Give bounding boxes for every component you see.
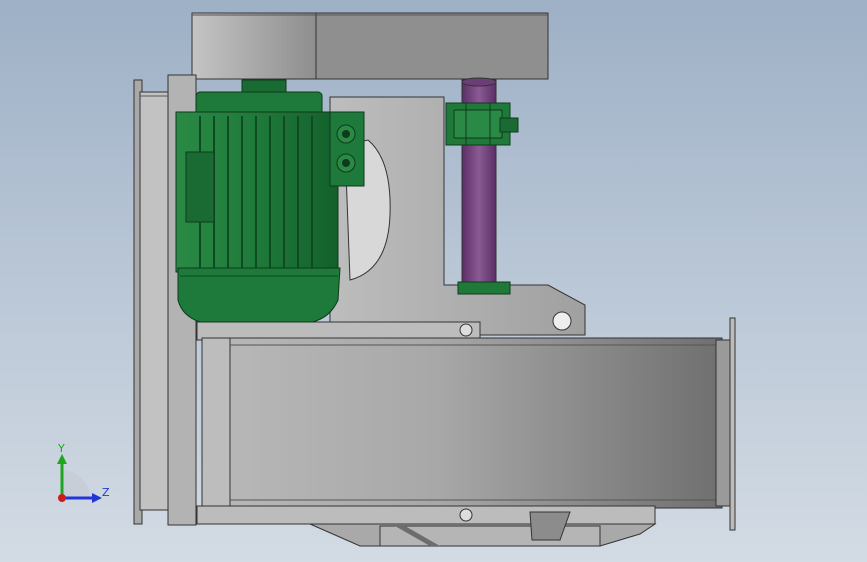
fan-housing[interactable] — [201, 337, 723, 509]
y-axis-label: Y — [58, 442, 65, 455]
top-housing[interactable] — [191, 12, 549, 80]
outlet-flange[interactable] — [715, 317, 736, 531]
x-axis-dot — [58, 494, 66, 502]
base-feet[interactable] — [196, 505, 657, 547]
z-axis-label: Z — [102, 486, 110, 499]
y-axis-arrow-icon — [57, 454, 67, 464]
z-axis-arrow-icon — [92, 493, 102, 503]
motor[interactable] — [175, 79, 341, 323]
motor-terminal-box[interactable] — [329, 111, 365, 187]
graphics-viewport[interactable]: Y Z — [0, 0, 867, 562]
cad-model[interactable] — [0, 0, 867, 562]
